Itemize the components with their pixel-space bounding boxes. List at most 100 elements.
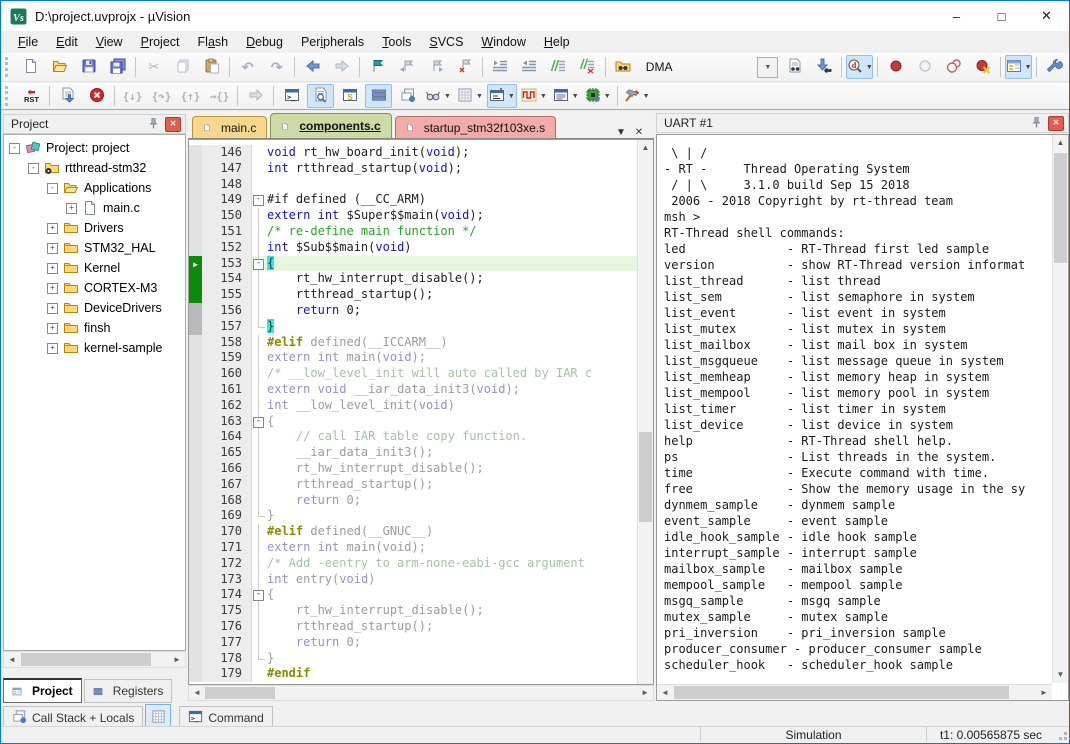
memory-windows-button[interactable]: ▼ <box>455 84 485 108</box>
menu-peripherals[interactable]: Peripherals <box>292 33 373 51</box>
expand-icon[interactable]: + <box>47 343 58 354</box>
editor-tab-startup_stm32f103xe.s[interactable]: startup_stm32f103xe.s <box>395 116 556 138</box>
tree-item[interactable]: +CORTEX-M3 <box>4 278 185 298</box>
run-button[interactable] <box>54 84 81 108</box>
find-text-combobox[interactable]: DMA▼ <box>640 57 779 78</box>
expand-icon[interactable]: + <box>47 243 58 254</box>
code-line[interactable]: 165 __iar_data_init3(); <box>189 445 653 461</box>
menu-debug[interactable]: Debug <box>237 33 292 51</box>
menu-flash[interactable]: Flash <box>189 33 238 51</box>
code-line[interactable]: 166 rt_hw_interrupt_disable(); <box>189 461 653 477</box>
menu-window[interactable]: Window <box>472 33 534 51</box>
code-line[interactable]: 164 // call IAR table copy function. <box>189 429 653 445</box>
tree-item[interactable]: +DeviceDrivers <box>4 298 185 318</box>
open-folder-button[interactable] <box>46 55 73 79</box>
configuration-button[interactable] <box>1041 55 1068 79</box>
uart-terminal[interactable]: \ | /- RT - Thread Operating System / | … <box>656 134 1069 701</box>
save-button[interactable] <box>75 55 102 79</box>
uncomment-selection-button[interactable] <box>574 55 601 79</box>
find-button[interactable] <box>781 55 808 79</box>
editor-tab-components.c[interactable]: components.c <box>270 113 391 138</box>
expand-icon[interactable]: + <box>66 203 77 214</box>
redo-button[interactable]: ↷ <box>263 55 290 79</box>
code-line[interactable]: 175 rt_hw_interrupt_disable(); <box>189 603 653 619</box>
scroll-left-arrow[interactable]: ◄ <box>657 685 673 700</box>
pin-icon[interactable] <box>147 117 161 131</box>
code-line[interactable]: 152int $Sub$$main(void) <box>189 240 653 256</box>
expand-icon[interactable]: + <box>47 303 58 314</box>
editor-tab-main.c[interactable]: main.c <box>192 116 267 138</box>
vscroll-thumb[interactable] <box>1054 153 1067 263</box>
collapse-icon[interactable]: - <box>9 143 20 154</box>
breakpoint-disable-all-button[interactable] <box>940 55 967 79</box>
editor-hscrollbar[interactable]: ◄ ► <box>188 685 654 701</box>
expand-icon[interactable]: + <box>47 323 58 334</box>
command-window-button[interactable]: >_ <box>278 84 305 108</box>
code-line[interactable]: 156 return 0; <box>189 303 653 319</box>
code-line[interactable]: 176 rtthread_startup(); <box>189 619 653 635</box>
code-line[interactable]: 168 return 0; <box>189 493 653 509</box>
symbol-window-button[interactable]: S <box>336 84 363 108</box>
hscroll-thumb[interactable] <box>21 653 151 666</box>
tree-item[interactable]: +finsh <box>4 318 185 338</box>
editor-vscrollbar[interactable]: ▲ <box>637 140 653 684</box>
code-line[interactable]: 179#endif <box>189 666 653 682</box>
run-to-cursor-button[interactable]: →{} <box>206 84 233 108</box>
code-line[interactable]: 170#elif defined(__GNUC__) <box>189 524 653 540</box>
stop-button[interactable] <box>83 84 110 108</box>
breakpoint-disable-button[interactable] <box>911 55 938 79</box>
code-line[interactable]: 163-{ <box>189 414 653 430</box>
save-all-button[interactable] <box>104 55 131 79</box>
code-line[interactable]: 162int __low_level_init(void) <box>189 398 653 414</box>
bookmark-toggle-button[interactable] <box>364 55 391 79</box>
code-line[interactable]: 155 rtthread_startup(); <box>189 287 653 303</box>
tree-item[interactable]: -Applications <box>4 178 185 198</box>
code-line[interactable]: 161extern void __iar_data_init3(void); <box>189 382 653 398</box>
step-into-button[interactable]: {↓} <box>119 84 146 108</box>
system-viewer-button[interactable]: ▼ <box>583 84 613 108</box>
registers-window-button[interactable] <box>365 84 392 108</box>
memory-window-button[interactable] <box>145 704 171 728</box>
disassembly-window-button[interactable] <box>307 84 334 108</box>
copy-button[interactable] <box>169 55 196 79</box>
expand-icon[interactable]: + <box>47 283 58 294</box>
code-line[interactable]: 150extern int $Super$$main(void); <box>189 208 653 224</box>
code-line[interactable]: 178} <box>189 651 653 667</box>
code-line[interactable]: 157} <box>189 319 653 335</box>
call-stack-window-button[interactable] <box>394 84 421 108</box>
menu-svcs[interactable]: SVCS <box>420 33 472 51</box>
scroll-up-arrow[interactable]: ▲ <box>638 140 653 156</box>
expand-icon[interactable]: + <box>47 263 58 274</box>
watch-windows-button[interactable]: ▼ <box>423 84 453 108</box>
code-line[interactable]: 154 rt_hw_interrupt_disable(); <box>189 271 653 287</box>
scroll-up-arrow[interactable]: ▲ <box>1053 135 1068 151</box>
code-line[interactable]: 158#elif defined(__ICCARM__) <box>189 335 653 351</box>
uart-hscrollbar[interactable]: ◄ ► <box>657 684 1052 700</box>
code-editor[interactable]: 146void rt_hw_board_init(void);147int rt… <box>188 139 654 685</box>
menu-file[interactable]: File <box>9 33 47 51</box>
close-document-icon[interactable]: ✕ <box>630 127 648 138</box>
code-line[interactable]: 151/* re-define main function */ <box>189 224 653 240</box>
maximize-button[interactable]: □ <box>979 1 1024 31</box>
uart-panel-close-button[interactable]: ✕ <box>1048 116 1064 131</box>
debug-session-button[interactable]: d▼ <box>846 55 873 79</box>
tree-item[interactable]: +main.c <box>4 198 185 218</box>
hscroll-thumb[interactable] <box>205 687 275 699</box>
bookmark-next-button[interactable] <box>422 55 449 79</box>
code-line[interactable]: 177 return 0; <box>189 635 653 651</box>
tree-item[interactable]: +Kernel <box>4 258 185 278</box>
comment-selection-button[interactable] <box>545 55 572 79</box>
tab-list-dropdown-icon[interactable]: ▼ <box>612 127 630 138</box>
code-line[interactable]: ▶153-{ <box>189 256 653 272</box>
toolbox-button[interactable]: ▼ <box>622 84 652 108</box>
tree-item[interactable]: +Drivers <box>4 218 185 238</box>
project-panel-close-button[interactable]: ✕ <box>165 117 181 132</box>
fold-collapse-icon[interactable]: - <box>253 195 264 206</box>
code-line[interactable]: 171extern int main(void); <box>189 540 653 556</box>
find-in-files-button[interactable] <box>610 55 637 79</box>
code-line[interactable]: 149-#if defined (__CC_ARM) <box>189 192 653 208</box>
fold-collapse-icon[interactable]: - <box>253 417 264 428</box>
step-out-button[interactable]: {↑} <box>177 84 204 108</box>
close-button[interactable]: ✕ <box>1024 1 1069 31</box>
tree-item[interactable]: +STM32_HAL <box>4 238 185 258</box>
